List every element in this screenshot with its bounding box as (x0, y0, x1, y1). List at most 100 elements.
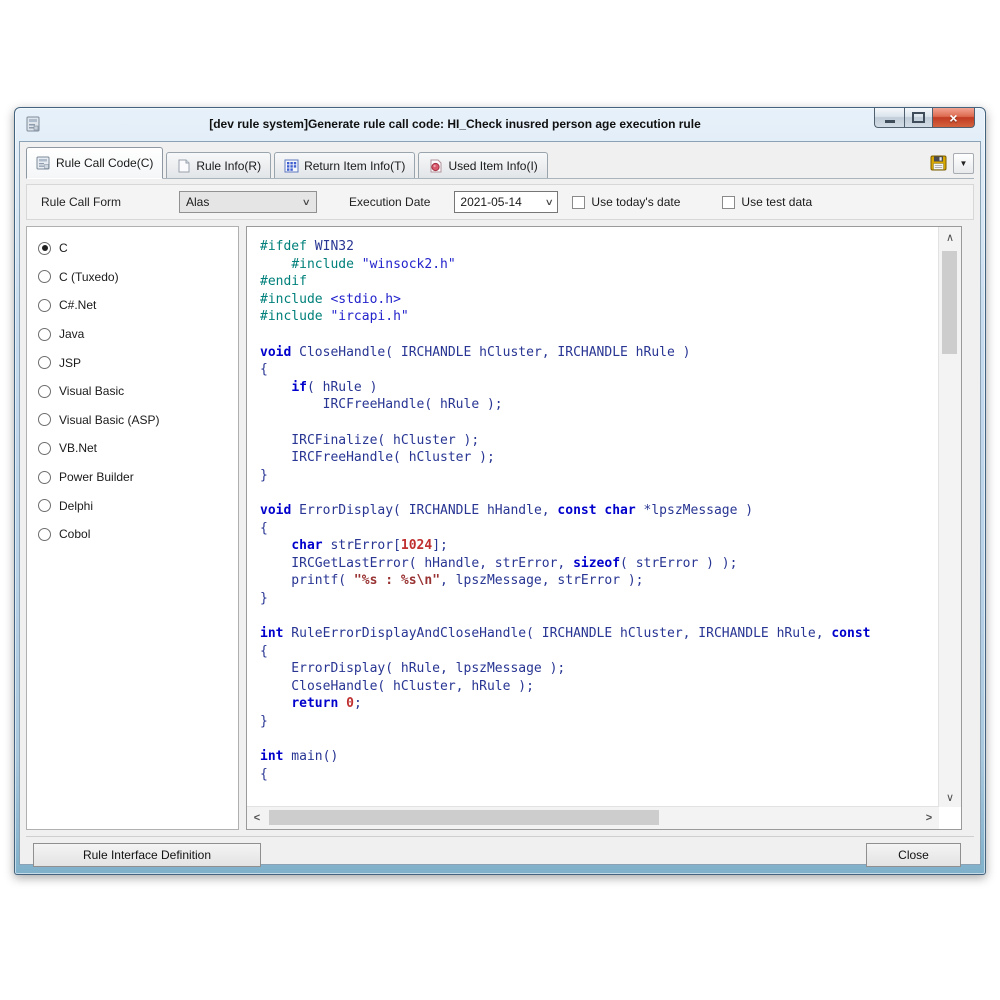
use-todays-date-checkbox[interactable] (572, 196, 585, 209)
save-button[interactable] (927, 152, 949, 174)
titlebar[interactable]: [dev rule system]Generate rule call code… (15, 108, 985, 141)
close-window-button[interactable]: × (933, 108, 975, 128)
radio-button[interactable] (38, 242, 51, 255)
code-line: CloseHandle( hCluster, hRule ); (260, 678, 939, 696)
radio-button[interactable] (38, 471, 51, 484)
save-options-dropdown-button[interactable]: ▼ (953, 153, 974, 174)
radio-button[interactable] (38, 528, 51, 541)
code-panel[interactable]: #ifdef WIN32 #include "winsock2.h"#endif… (246, 226, 962, 830)
scroll-down-icon[interactable]: ∨ (939, 787, 961, 807)
dialog-window: [dev rule system]Generate rule call code… (14, 107, 986, 875)
horizontal-scroll-thumb[interactable] (269, 810, 659, 825)
tab-return-item-info-t-[interactable]: Return Item Info(T) (274, 152, 415, 178)
grid-icon (284, 159, 299, 173)
language-option-label: Java (59, 327, 84, 341)
maximize-icon (912, 112, 925, 123)
record-icon (428, 159, 443, 173)
language-option-label: C (59, 241, 68, 255)
code-line (260, 414, 939, 432)
code-line: if( hRule ) (260, 379, 939, 397)
vertical-scrollbar[interactable]: ∧ ∨ (938, 227, 961, 807)
code-line: char strError[1024]; (260, 537, 939, 555)
options-toolbar: Rule Call Form Alas ∨ Execution Date 202… (26, 184, 974, 220)
language-option-cobol[interactable]: Cobol (38, 520, 238, 549)
language-option-delphi[interactable]: Delphi (38, 491, 238, 520)
code-line (260, 607, 939, 625)
rule-interface-definition-button[interactable]: Rule Interface Definition (33, 843, 261, 867)
language-panel: C C (Tuxedo) C#.Net Java JSP Visual Basic Visu… (26, 226, 239, 830)
tab-rule-call-code-c-[interactable]: Rule Call Code(C) (26, 147, 163, 179)
execution-date-label: Execution Date (349, 195, 430, 209)
code-line: IRCFinalize( hCluster ); (260, 432, 939, 450)
language-option-c-net[interactable]: C#.Net (38, 291, 238, 320)
language-option-label: Visual Basic (59, 384, 124, 398)
close-icon: × (949, 111, 957, 125)
language-option-c[interactable]: C (38, 234, 238, 263)
scroll-left-icon[interactable]: < (247, 807, 267, 829)
page: { "window": { "title": "[dev rule system… (0, 0, 1000, 1000)
language-option-visual-basic-asp-[interactable]: Visual Basic (ASP) (38, 406, 238, 435)
use-test-data-label: Use test data (741, 195, 812, 209)
maximize-button[interactable] (904, 108, 933, 128)
code-line: return 0; (260, 695, 939, 713)
execution-date-picker[interactable]: 2021-05-14 ∨ (454, 191, 558, 213)
tab-label: Used Item Info(I) (448, 159, 537, 173)
scroll-up-icon[interactable]: ∧ (939, 227, 961, 247)
language-option-java[interactable]: Java (38, 320, 238, 349)
radio-button[interactable] (38, 413, 51, 426)
code-line: void CloseHandle( IRCHANDLE hCluster, IR… (260, 344, 939, 362)
code-line: #include "winsock2.h" (260, 256, 939, 274)
radio-button[interactable] (38, 499, 51, 512)
language-list: C C (Tuxedo) C#.Net Java JSP Visual Basic Visu… (27, 227, 238, 549)
rule-call-form-select[interactable]: Alas ∨ (179, 191, 317, 213)
tab-rule-info-r-[interactable]: Rule Info(R) (166, 152, 271, 178)
tab-label: Rule Call Code(C) (56, 156, 153, 170)
code-line: ErrorDisplay( hRule, lpszMessage ); (260, 660, 939, 678)
language-option-visual-basic[interactable]: Visual Basic (38, 377, 238, 406)
code-line: { (260, 520, 939, 538)
use-test-data-checkbox[interactable] (722, 196, 735, 209)
code-line: { (260, 361, 939, 379)
language-option-label: Visual Basic (ASP) (59, 413, 159, 427)
generated-code-view[interactable]: #ifdef WIN32 #include "winsock2.h"#endif… (247, 227, 939, 807)
code-line: int RuleErrorDisplayAndCloseHandle( IRCH… (260, 625, 939, 643)
language-option-label: C (Tuxedo) (59, 270, 119, 284)
radio-button[interactable] (38, 442, 51, 455)
tab-used-item-info-i-[interactable]: Used Item Info(I) (418, 152, 547, 178)
chevron-down-icon: ∨ (302, 197, 311, 208)
footer-separator (26, 836, 974, 837)
language-option-label: Cobol (59, 527, 90, 541)
save-floppy-icon (930, 155, 947, 171)
radio-button[interactable] (38, 328, 51, 341)
radio-button[interactable] (38, 356, 51, 369)
radio-button[interactable] (38, 299, 51, 312)
code-line (260, 484, 939, 502)
radio-button[interactable] (38, 270, 51, 283)
use-todays-date-option: Use today's date (572, 195, 680, 209)
minimize-button[interactable] (874, 108, 904, 128)
vertical-scroll-thumb[interactable] (942, 251, 957, 354)
language-option-c-tuxedo-[interactable]: C (Tuxedo) (38, 263, 238, 292)
code-line: printf( "%s : %s\n", lpszMessage, strErr… (260, 572, 939, 590)
tab-label: Return Item Info(T) (304, 159, 405, 173)
form-icon (36, 156, 51, 170)
code-line: void ErrorDisplay( IRCHANDLE hHandle, co… (260, 502, 939, 520)
language-option-label: Delphi (59, 499, 93, 513)
close-button[interactable]: Close (866, 843, 961, 867)
scroll-right-icon[interactable]: > (919, 807, 939, 829)
chevron-down-icon: ∨ (544, 197, 553, 208)
rule-call-form-value: Alas (186, 195, 209, 209)
tab-strip: Rule Call Code(C) Rule Info(R) Return Item… (26, 147, 974, 179)
client-area: Rule Call Code(C) Rule Info(R) Return Item… (19, 141, 981, 865)
language-option-vb-net[interactable]: VB.Net (38, 434, 238, 463)
radio-button[interactable] (38, 385, 51, 398)
tab-strip-actions: ▼ (927, 152, 974, 174)
language-option-power-builder[interactable]: Power Builder (38, 463, 238, 492)
code-line: #endif (260, 273, 939, 291)
minimize-icon (885, 120, 895, 123)
code-line: IRCFreeHandle( hRule ); (260, 396, 939, 414)
horizontal-scrollbar[interactable]: < > (247, 806, 939, 829)
code-line: #include <stdio.h> (260, 291, 939, 309)
code-line: int main() (260, 748, 939, 766)
language-option-jsp[interactable]: JSP (38, 348, 238, 377)
